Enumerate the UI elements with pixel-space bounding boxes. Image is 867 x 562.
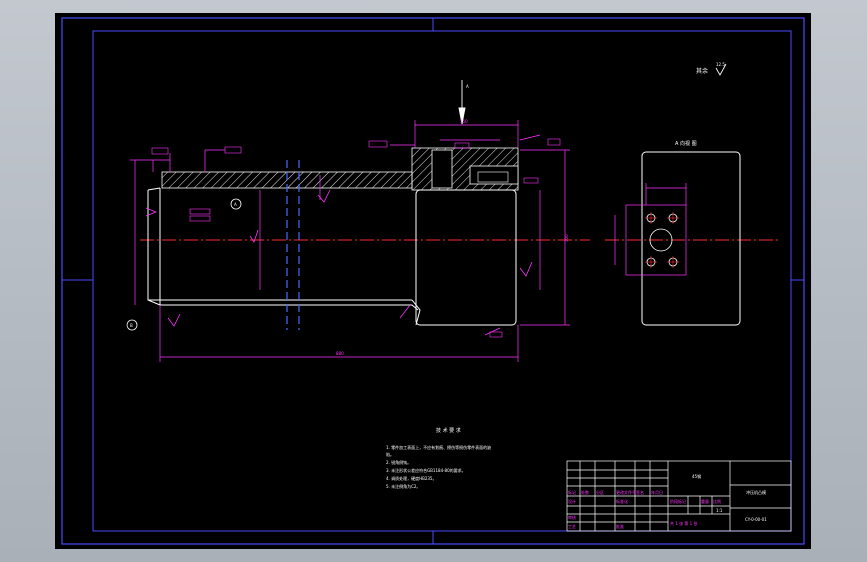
cad-viewport: A A B 880 300 150 其余 12.5 A 向视 图 技 术 要 求 — [0, 0, 867, 562]
view-arrow — [458, 80, 466, 125]
tb-role: 设计 — [568, 498, 576, 504]
tech-req-line: 2. 锐角倒钝。 — [386, 459, 411, 465]
side-view-features — [614, 183, 687, 276]
tb-part-name: 冲压机凸模 — [746, 489, 766, 495]
tech-req-lines: 1. 零件加工表面上，不应有划痕、擦伤等损伤零件表面的缺 陷。 2. 锐角倒钝。… — [386, 444, 491, 489]
tb-material: 45钢 — [692, 473, 701, 479]
tb-stage-header: 比例 — [713, 498, 721, 504]
tech-req-title: 技 术 要 求 — [436, 427, 461, 434]
tb-header: 年月日 — [651, 489, 663, 495]
inner-frame — [92, 30, 792, 532]
tb-role: 工艺 — [568, 524, 576, 529]
part-outline — [147, 187, 517, 326]
drawing-sheet: A A B 880 300 150 其余 12.5 A 向视 图 技 术 要 求 — [55, 13, 811, 549]
tb-header: 更改文件号 — [616, 489, 636, 495]
tech-req-line: 1. 零件加工表面上，不应有划痕、擦伤等损伤零件表面的缺 — [386, 444, 491, 450]
cad-drawing: A A B 880 300 150 其余 12.5 A 向视 图 技 术 要 求 — [61, 17, 805, 545]
head-pocket-inner — [477, 171, 509, 183]
tech-req-line: 陷。 — [386, 451, 394, 457]
side-view-outline — [641, 151, 741, 326]
arrow-label: A — [466, 84, 469, 89]
roughness-marks — [145, 189, 533, 327]
tb-scale: 1:1 — [716, 508, 723, 513]
section-markers — [126, 198, 242, 331]
dim-top-width: 150 — [460, 119, 468, 124]
view-label: A 向视 图 — [675, 140, 697, 147]
outer-frame — [61, 17, 805, 545]
tech-req-line: 3. 未注形状公差应符合GB1184-80的要求。 — [386, 467, 466, 473]
tb-stage-header: 阶段标记 — [670, 498, 686, 504]
roughness-note: 其余 — [696, 67, 708, 75]
dim-right-height: 300 — [564, 234, 569, 242]
roughness-symbol-value: 12.5 — [716, 62, 725, 67]
centering-marks — [62, 18, 804, 544]
tech-req-line: 5. 未注倒角为C2。 — [386, 483, 420, 489]
tb-drawing-no: CY-0-00-01 — [745, 517, 767, 522]
tb-role: 批准 — [616, 523, 624, 529]
head-slot — [431, 149, 453, 189]
title-block-values: 45钢 冲压机凸模 1:1 CY-0-00-01 — [692, 473, 767, 522]
tb-sheet-info: 共 1 张 第 1 张 — [670, 520, 697, 526]
section-label-b: B — [130, 323, 133, 328]
title-block-headers: 标记 处数 分区 更改文件号 签名 年月日 设计 审核 工艺 标准化 批准 阶段… — [568, 489, 721, 529]
section-label-a: A — [234, 202, 237, 207]
tb-header: 标记 — [568, 489, 576, 495]
tb-header: 分区 — [596, 489, 604, 495]
tb-header: 处数 — [581, 489, 589, 495]
tb-header: 签名 — [636, 489, 644, 495]
dim-overall-length: 880 — [336, 351, 344, 356]
tech-req-line: 4. 调质处理，硬度HB235。 — [386, 475, 436, 481]
tb-role: 审核 — [568, 514, 576, 520]
tb-role: 标准化 — [616, 498, 628, 504]
tb-stage-header: 重量 — [701, 498, 709, 504]
